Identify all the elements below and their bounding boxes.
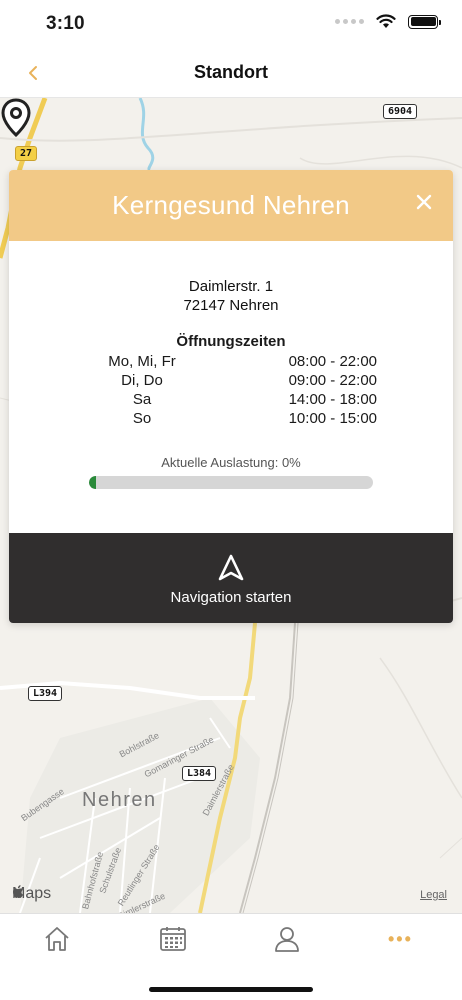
- opening-hours-title: Öffnungszeiten: [176, 333, 286, 350]
- location-card: Kerngesund Nehren Daimlerstr. 1 72147 Ne…: [9, 170, 453, 623]
- hours-day: Sa: [132, 391, 152, 408]
- tab-profile[interactable]: [272, 924, 308, 956]
- calendar-icon: [160, 927, 186, 951]
- opening-hours-table: Mo, Mi, Fr 08:00 - 22:00 Di, Do 09:00 - …: [97, 352, 377, 428]
- tab-bar: •••: [0, 913, 462, 1000]
- person-icon: [275, 927, 299, 952]
- hours-time: 09:00 - 22:00: [288, 372, 377, 389]
- navigation-arrow-icon: [218, 554, 244, 581]
- occupancy-progress-bar: [89, 476, 373, 489]
- apple-logo-icon: [13, 885, 23, 898]
- start-navigation-button[interactable]: Navigation starten: [9, 533, 453, 623]
- start-navigation-label: Navigation starten: [170, 589, 292, 606]
- road-label-27: 27: [15, 146, 38, 161]
- card-body: Daimlerstr. 1 72147 Nehren Öffnungszeite…: [9, 241, 453, 533]
- signal-icon: [335, 19, 364, 24]
- page-title: Standort: [194, 62, 268, 82]
- hours-time: 08:00 - 22:00: [288, 353, 377, 370]
- address-block: Daimlerstr. 1 72147 Nehren: [9, 277, 453, 315]
- tab-calendar[interactable]: [158, 924, 194, 956]
- maps-attribution: Maps: [12, 885, 51, 903]
- hours-day: Mo, Mi, Fr: [108, 353, 176, 370]
- road-label-l384: L384: [182, 766, 217, 781]
- close-button[interactable]: [413, 192, 435, 214]
- battery-icon: [408, 14, 441, 29]
- road-label-6904: 6904: [383, 104, 418, 119]
- status-bar: 3:10: [0, 0, 462, 48]
- location-pin-icon[interactable]: [0, 98, 32, 138]
- close-icon: [416, 194, 432, 210]
- home-icon: [45, 927, 69, 951]
- occupancy-label: Aktuelle Auslastung: 0%: [161, 455, 301, 470]
- address-street: Daimlerstr. 1: [188, 278, 274, 295]
- wifi-icon: [376, 14, 396, 28]
- occupancy-progress-fill: [89, 476, 96, 489]
- hours-row: Sa 14:00 - 18:00: [97, 390, 377, 409]
- hours-row: Mo, Mi, Fr 08:00 - 22:00: [97, 352, 377, 371]
- tab-more[interactable]: •••: [388, 924, 424, 956]
- card-header: Kerngesund Nehren: [9, 170, 453, 241]
- navigation-bar: Standort: [0, 48, 462, 98]
- hours-time: 10:00 - 15:00: [288, 410, 377, 427]
- status-icons: [335, 14, 441, 29]
- address-city: 72147 Nehren: [183, 297, 279, 314]
- card-title: Kerngesund Nehren: [112, 190, 350, 220]
- hours-day: So: [132, 410, 152, 427]
- status-time: 3:10: [46, 13, 85, 34]
- hours-day: Di, Do: [121, 372, 163, 389]
- hours-row: So 10:00 - 15:00: [97, 409, 377, 428]
- road-label-l394: L394: [28, 686, 63, 701]
- legal-link[interactable]: Legal: [420, 889, 447, 901]
- more-icon: •••: [388, 929, 413, 949]
- hours-time: 14:00 - 18:00: [288, 391, 377, 408]
- town-label: Nehren: [82, 789, 157, 811]
- home-indicator: [149, 987, 313, 992]
- tab-home[interactable]: [42, 924, 78, 956]
- hours-row: Di, Do 09:00 - 22:00: [97, 371, 377, 390]
